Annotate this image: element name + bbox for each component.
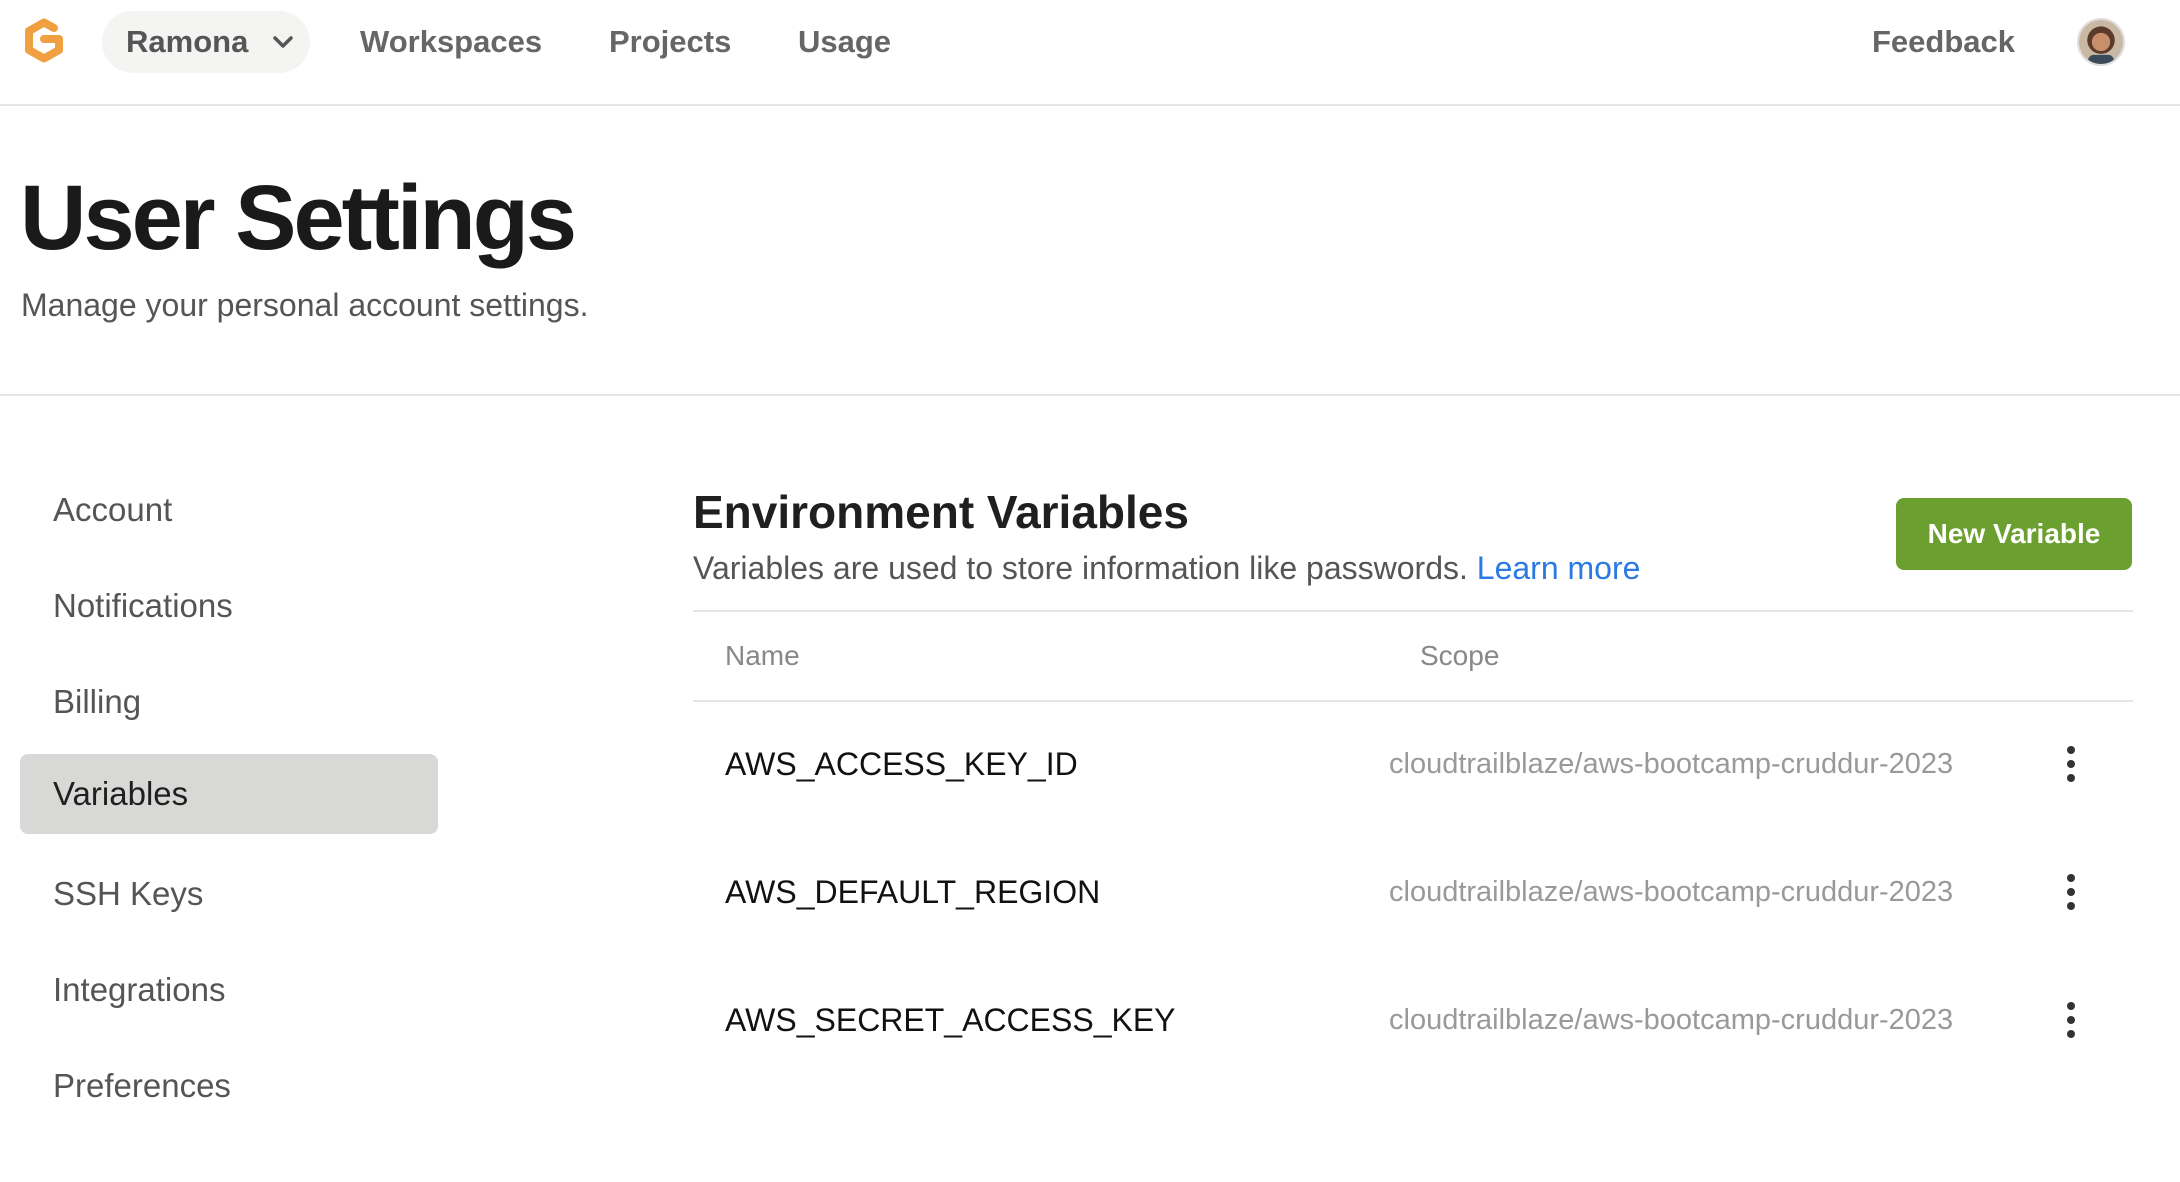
table-header: Name Scope xyxy=(693,610,2133,702)
page-header: User Settings Manage your personal accou… xyxy=(0,106,2180,396)
variable-name: AWS_DEFAULT_REGION xyxy=(725,874,1101,910)
avatar-image xyxy=(2079,20,2123,64)
variable-scope: cloudtrailblaze/aws-bootcamp-cruddur-202… xyxy=(1389,1004,1954,1036)
sidebar-item-integrations[interactable]: Integrations xyxy=(20,950,438,1030)
gitpod-logo-icon[interactable] xyxy=(20,17,68,65)
column-header-name: Name xyxy=(725,640,800,671)
sidebar-item-account[interactable]: Account xyxy=(20,470,438,550)
section-title: Environment Variables xyxy=(693,486,1189,538)
variable-scope: cloudtrailblaze/aws-bootcamp-cruddur-202… xyxy=(1389,876,1954,908)
page-title: User Settings xyxy=(20,167,577,269)
sidebar-item-ssh-keys[interactable]: SSH Keys xyxy=(20,854,438,934)
new-variable-button[interactable]: New Variable xyxy=(1896,498,2132,570)
variable-scope: cloudtrailblaze/aws-bootcamp-cruddur-202… xyxy=(1389,748,1954,780)
table-row: AWS_SECRET_ACCESS_KEY cloudtrailblaze/aw… xyxy=(693,958,2133,1086)
chevron-down-icon xyxy=(273,36,293,48)
more-options-icon[interactable] xyxy=(2059,996,2083,1044)
sidebar-item-billing[interactable]: Billing xyxy=(20,662,438,742)
more-options-icon[interactable] xyxy=(2059,868,2083,916)
feedback-link[interactable]: Feedback xyxy=(1872,21,2015,63)
table-row: AWS_ACCESS_KEY_ID cloudtrailblaze/aws-bo… xyxy=(693,702,2133,830)
variable-name: AWS_SECRET_ACCESS_KEY xyxy=(725,1002,1176,1038)
sidebar-item-notifications[interactable]: Notifications xyxy=(20,566,438,646)
table-row: AWS_DEFAULT_REGION cloudtrailblaze/aws-b… xyxy=(693,830,2133,958)
learn-more-link[interactable]: Learn more xyxy=(1477,550,1641,586)
sidebar-item-preferences[interactable]: Preferences xyxy=(20,1046,438,1126)
user-avatar[interactable] xyxy=(2077,18,2125,66)
top-navigation-bar: Ramona Workspaces Projects Usage Feedbac… xyxy=(0,0,2180,106)
nav-link-projects[interactable]: Projects xyxy=(609,21,731,63)
more-options-icon[interactable] xyxy=(2059,740,2083,788)
workspace-name: Ramona xyxy=(126,24,249,59)
nav-link-workspaces[interactable]: Workspaces xyxy=(360,21,542,63)
nav-link-usage[interactable]: Usage xyxy=(798,21,891,63)
variable-name: AWS_ACCESS_KEY_ID xyxy=(725,746,1078,782)
page-subtitle: Manage your personal account settings. xyxy=(21,287,589,323)
column-header-scope: Scope xyxy=(1420,640,1500,671)
workspace-switcher[interactable]: Ramona xyxy=(102,11,310,73)
section-description: Variables are used to store information … xyxy=(693,550,1640,587)
section-description-text: Variables are used to store information … xyxy=(693,550,1468,586)
sidebar-item-variables[interactable]: Variables xyxy=(20,754,438,834)
